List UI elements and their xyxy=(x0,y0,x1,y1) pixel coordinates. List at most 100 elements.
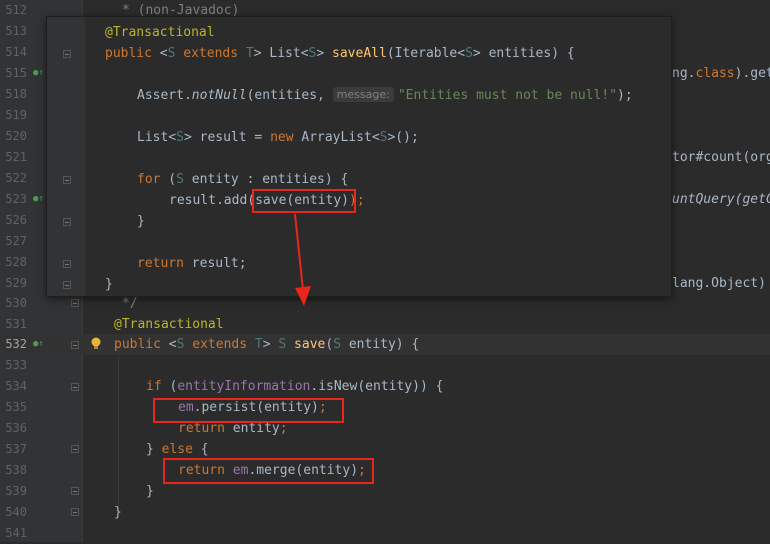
code-token: .isNew(entity)) { xyxy=(310,379,444,394)
code-annotation: @Transactional xyxy=(114,317,224,332)
line-532: 532 ●↑ public <S extends T> S save(S ent… xyxy=(0,334,770,355)
code-token: >(); xyxy=(387,130,419,145)
code-token: else xyxy=(161,442,193,457)
intention-bulb-icon[interactable] xyxy=(91,337,101,351)
line-number: 541 xyxy=(5,526,27,540)
ghost-code-523: untQuery(getC xyxy=(672,192,770,207)
line-number: 530 xyxy=(5,296,27,310)
code-token: save xyxy=(286,337,326,352)
ghost-code-515: ng.class).get xyxy=(672,63,770,84)
code-token: result; xyxy=(183,256,247,271)
highlight-box-persist xyxy=(153,398,344,423)
fold-marker-icon[interactable] xyxy=(63,176,71,184)
code-token: T xyxy=(254,337,263,352)
popup-code-line-7: } xyxy=(137,214,145,229)
popup-code-line-3: Assert.notNull(entities, message: "Entiti… xyxy=(137,85,633,106)
quick-definition-popup[interactable]: @Transactional public <S extends T> List… xyxy=(46,16,672,297)
fold-marker-icon[interactable] xyxy=(71,383,79,391)
line-number: 515 xyxy=(5,66,27,80)
code-token: T xyxy=(245,46,254,61)
fold-marker-icon[interactable] xyxy=(63,281,71,289)
line-number: 514 xyxy=(5,45,27,59)
code-line-537: } else { xyxy=(146,439,209,460)
fold-marker-icon[interactable] xyxy=(71,445,79,453)
code-token: entityInformation xyxy=(177,379,311,394)
code-token: > entities) { xyxy=(472,46,575,61)
code-token: (entities, xyxy=(246,88,333,103)
code-token: < xyxy=(160,337,177,352)
line-number: 532 xyxy=(5,337,27,351)
popup-code-line-2: public <S extends T> List<S> saveAll(Ite… xyxy=(105,43,575,64)
code-token: return xyxy=(178,421,225,436)
code-annotation: @Transactional xyxy=(105,25,215,40)
code-token: ); xyxy=(617,88,633,103)
code-token: { xyxy=(192,442,209,457)
line-538: 538 return em.merge(entity); xyxy=(0,460,770,481)
code-token: extends xyxy=(175,46,246,61)
code-token: class xyxy=(695,66,735,81)
code-token: S xyxy=(176,172,184,187)
line-534: 534 if (entityInformation.isNew(entity))… xyxy=(0,376,770,397)
line-number: 513 xyxy=(5,24,27,38)
fold-marker-icon[interactable] xyxy=(63,50,71,58)
line-number: 521 xyxy=(5,150,27,164)
code-token: ( xyxy=(325,337,334,352)
line-540: 540 } xyxy=(0,502,770,523)
line-number: 526 xyxy=(5,213,27,227)
line-531: 531 @Transactional xyxy=(0,314,770,335)
code-token: if xyxy=(146,379,162,394)
line-536: 536 return entity; xyxy=(0,418,770,439)
code-token: ; xyxy=(279,421,288,436)
code-token: ng. xyxy=(672,66,696,81)
fold-marker-icon[interactable] xyxy=(71,299,79,307)
line-539: 539 } xyxy=(0,481,770,502)
fold-marker-icon[interactable] xyxy=(71,487,79,495)
code-token: notNull xyxy=(191,88,247,103)
code-token: > xyxy=(316,46,333,61)
line-number: 533 xyxy=(5,358,27,372)
code-token: > xyxy=(262,337,279,352)
popup-code-line-5: for (S entity : entities) { xyxy=(137,169,348,190)
code-token: "Entities must not be null!" xyxy=(397,88,617,103)
code-token: Assert. xyxy=(137,88,192,103)
line-number: 520 xyxy=(5,129,27,143)
line-number: 531 xyxy=(5,317,27,331)
fold-marker-icon[interactable] xyxy=(71,341,79,349)
code-line-532: public <S extends T> S save(S entity) { xyxy=(114,334,419,355)
code-token: entity xyxy=(224,421,280,436)
code-token: for xyxy=(137,172,161,187)
code-editor[interactable]: 512 * (non-Javadoc) 513 514 515 ●↑ ng.cl… xyxy=(0,0,770,542)
line-number: 539 xyxy=(5,484,27,498)
override-gutter-icon[interactable]: ●↑ xyxy=(33,67,44,79)
code-line-534: if (entityInformation.isNew(entity)) { xyxy=(146,376,443,397)
code-token: } xyxy=(146,442,162,457)
code-token: public xyxy=(105,46,152,61)
line-number: 535 xyxy=(5,400,27,414)
line-number: 523 xyxy=(5,192,27,206)
popup-code-line-4: List<S> result = new ArrayList<S>(); xyxy=(137,127,419,148)
code-token: S xyxy=(465,46,473,61)
code-token: ( xyxy=(160,172,177,187)
ghost-code-529: lang.Object) xyxy=(672,276,766,291)
line-number: 528 xyxy=(5,255,27,269)
line-535: 535 em.persist(entity); xyxy=(0,397,770,418)
popup-code-line-9: } xyxy=(105,277,113,292)
line-number: 538 xyxy=(5,463,27,477)
override-gutter-icon[interactable]: ●↑ xyxy=(33,193,44,205)
line-number: 537 xyxy=(5,442,27,456)
line-number: 540 xyxy=(5,505,27,519)
fold-marker-icon[interactable] xyxy=(63,260,71,268)
line-number: 534 xyxy=(5,379,27,393)
fold-marker-icon[interactable] xyxy=(71,508,79,516)
code-token: public xyxy=(114,337,161,352)
line-number: 512 xyxy=(5,3,27,17)
code-token: return xyxy=(137,256,184,271)
code-token: > List< xyxy=(253,46,309,61)
fold-marker-icon[interactable] xyxy=(63,218,71,226)
indent-guide xyxy=(118,356,119,506)
override-gutter-icon[interactable]: ●↑ xyxy=(33,338,44,350)
line-533: 533 xyxy=(0,355,770,376)
code-token: S xyxy=(176,130,184,145)
code-token: entity) { xyxy=(341,337,420,352)
parameter-hint: message: xyxy=(332,87,394,102)
